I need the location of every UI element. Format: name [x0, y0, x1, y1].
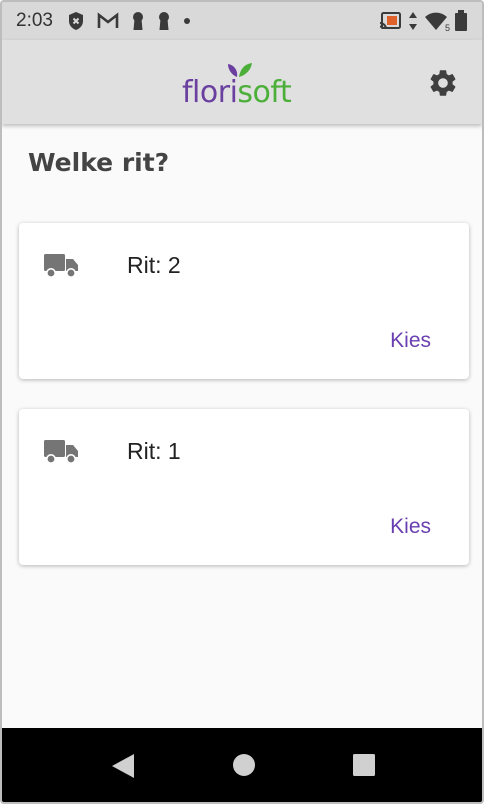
truck-icon [44, 254, 78, 278]
shield-icon [67, 11, 85, 31]
choose-ride-button[interactable]: Kies [390, 515, 431, 539]
status-bar: 2:03 5 [2, 2, 482, 40]
keyhole-icon [131, 11, 145, 31]
device-frame: 2:03 5 flori soft Welke rit? Rit: 2 Kies… [0, 0, 484, 804]
dot-icon [183, 17, 191, 25]
settings-button[interactable] [426, 66, 460, 100]
wifi-badge: 5 [444, 23, 450, 33]
data-arrows-icon [408, 11, 418, 31]
wifi-icon: 5 [424, 11, 450, 33]
florisoft-logo: flori soft [182, 60, 292, 110]
ride-card: Rit: 2 Kies [19, 223, 469, 379]
notification-icons [67, 11, 191, 31]
home-icon[interactable] [232, 753, 256, 777]
keyhole-icon [157, 11, 171, 31]
ride-label: Rit: 1 [127, 438, 181, 464]
system-nav-bar [2, 728, 482, 802]
gear-icon [430, 70, 456, 96]
leaf-icon [228, 63, 252, 77]
gmail-icon [97, 12, 119, 30]
system-icons: 5 [378, 10, 468, 33]
ride-card: Rit: 1 Kies [19, 409, 469, 565]
page-title: Welke rit? [28, 148, 170, 177]
truck-icon [44, 440, 78, 464]
battery-icon [454, 10, 468, 32]
app-bar: flori soft [2, 40, 482, 124]
logo-text-flori: flori [182, 75, 238, 110]
back-icon[interactable] [110, 752, 136, 780]
cast-icon [378, 11, 402, 31]
status-time: 2:03 [16, 10, 53, 31]
logo-text-soft: soft [237, 75, 292, 110]
choose-ride-button[interactable]: Kies [390, 329, 431, 353]
ride-label: Rit: 2 [127, 252, 181, 278]
recents-icon[interactable] [352, 753, 376, 777]
